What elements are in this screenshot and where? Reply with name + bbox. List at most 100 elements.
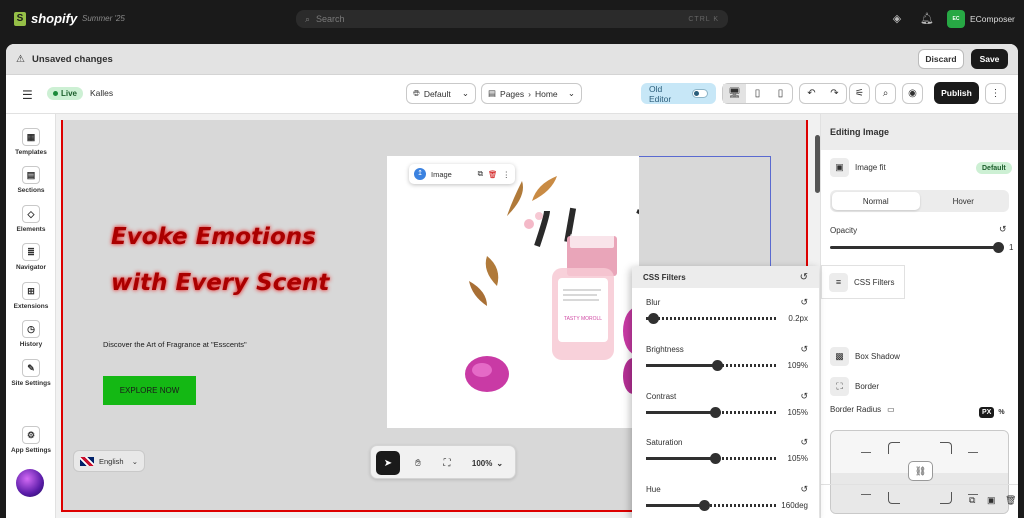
reset-icon[interactable]: ↺ xyxy=(800,344,808,355)
sidebar-item-app-settings[interactable]: ⚙ App Settings xyxy=(6,426,56,454)
sections-icon: ▤ xyxy=(22,166,40,184)
mobile-icon[interactable]: ▯ xyxy=(769,84,792,103)
reset-icon[interactable]: ↺ xyxy=(800,484,808,495)
language-label: English xyxy=(99,456,124,466)
toggle-switch-icon xyxy=(692,89,708,98)
image-fit-row[interactable]: ▣ Image fit xyxy=(830,158,886,177)
history-icon: ◷ xyxy=(22,320,40,338)
bell-icon[interactable]: 🔔︎ xyxy=(920,12,934,26)
filter-icon: ≡ xyxy=(829,272,848,292)
opacity-slider-handle[interactable] xyxy=(993,242,1004,253)
breadcrumb-home: Home xyxy=(534,88,558,99)
hero-heading-line1[interactable]: Evoke Emotions xyxy=(111,224,316,250)
sidebar-item-site-settings[interactable]: ✎ Site Settings xyxy=(6,359,56,387)
fit-screen-icon[interactable]: ⛶ xyxy=(435,451,459,475)
slider-track[interactable] xyxy=(646,317,778,320)
filter-value: 0.2px xyxy=(788,314,808,323)
sidebar-item-extensions[interactable]: ⊞ Extensions xyxy=(6,282,56,310)
sidebar-item-navigator[interactable]: ≣ Navigator xyxy=(6,243,56,271)
old-editor-toggle[interactable]: Old Editor xyxy=(641,83,716,104)
filter-value: 109% xyxy=(787,361,808,370)
css-filters-row[interactable]: ≡ CSS Filters xyxy=(822,266,904,298)
device-select-value: Default xyxy=(423,88,451,99)
page-select[interactable]: ▤ Pages › Home ⌄ xyxy=(481,83,582,104)
admin-search-input[interactable]: ⌕ Search CTRL K xyxy=(296,10,728,28)
zoom-select[interactable]: 100% ⌄ xyxy=(464,451,511,475)
sidebar-item-templates[interactable]: ▦ Templates xyxy=(6,128,56,156)
preview-eye-icon[interactable]: ◉ xyxy=(902,83,923,104)
hamburger-menu-icon[interactable]: ☰ xyxy=(22,88,33,102)
unit-px[interactable]: PX xyxy=(979,407,995,418)
delete-icon[interactable]: 🗑︎ xyxy=(1005,495,1016,506)
navigator-icon: ≣ xyxy=(22,243,40,261)
device-select[interactable]: 🌐︎ Default ⌄ xyxy=(406,83,476,104)
copy-icon[interactable]: ⧉ xyxy=(969,495,975,506)
sidebar-label: App Settings xyxy=(10,447,52,454)
reset-icon[interactable]: ↺ xyxy=(800,297,808,308)
slider-handle[interactable] xyxy=(712,360,723,371)
tab-hover[interactable]: Hover xyxy=(920,192,1008,210)
slider-handle[interactable] xyxy=(648,313,659,324)
hand-pan-icon[interactable]: ✋︎ xyxy=(406,451,430,475)
delete-icon[interactable]: 🗑︎ xyxy=(488,170,498,179)
redo-icon[interactable]: ↷ xyxy=(823,84,846,103)
more-options-icon[interactable]: ⋮ xyxy=(985,83,1006,104)
site-settings-icon: ✎ xyxy=(22,359,40,377)
opacity-label: Opacity xyxy=(830,226,858,235)
undo-icon[interactable]: ↶ xyxy=(800,84,823,103)
save-button[interactable]: Save xyxy=(971,49,1008,69)
reset-icon[interactable]: ↺ xyxy=(999,224,1007,235)
image-fit-label: Image fit xyxy=(855,163,886,172)
sidebar-label: Site Settings xyxy=(11,380,51,387)
discard-button[interactable]: Discard xyxy=(918,49,964,69)
slider-fill xyxy=(646,457,715,460)
duplicate-icon[interactable]: ⧉ xyxy=(478,169,483,179)
box-shadow-row[interactable]: ▩ Box Shadow xyxy=(830,347,900,366)
slider-handle[interactable] xyxy=(699,500,710,511)
tablet-icon[interactable]: ▯ xyxy=(746,84,769,103)
reset-icon[interactable]: ↺ xyxy=(800,391,808,402)
search-page-icon[interactable]: ⌕ xyxy=(875,83,896,104)
hero-subtitle[interactable]: Discover the Art of Fragrance at "Esscen… xyxy=(103,340,247,349)
link-corners-icon[interactable]: ⛓︎ xyxy=(908,461,933,481)
more-options-icon[interactable]: ⋮ xyxy=(503,170,511,179)
unit-switch[interactable]: PX % xyxy=(979,407,1005,418)
hero-heading-line2[interactable]: with Every Scent xyxy=(111,270,329,296)
breadcrumb-separator-icon: › xyxy=(528,88,531,99)
slider-handle[interactable] xyxy=(710,453,721,464)
opacity-slider-track[interactable] xyxy=(830,246,998,249)
tab-normal[interactable]: Normal xyxy=(832,192,920,210)
search-icon: ⌕ xyxy=(305,13,311,24)
live-label: Live xyxy=(61,89,78,98)
border-label: Border xyxy=(855,382,880,391)
responsive-device-icon[interactable]: ▭ xyxy=(887,405,895,414)
hue-filter: Hue ↺ 160deg xyxy=(646,484,808,511)
sidebar-label: Navigator xyxy=(16,264,46,271)
store-menu[interactable]: EC EComposer xyxy=(947,10,1015,28)
sidebar-item-sections[interactable]: ▤ Sections xyxy=(6,166,56,194)
shopify-logo[interactable]: S shopify xyxy=(14,11,77,26)
saturation-filter: Saturation ↺ 105% xyxy=(646,437,808,464)
language-selector[interactable]: English ⌄ xyxy=(73,450,145,472)
filter-value: 105% xyxy=(787,408,808,417)
reset-icon[interactable]: ↺ xyxy=(800,272,808,283)
slider-handle[interactable] xyxy=(710,407,721,418)
perfume-image[interactable]: TASTY MOROLL xyxy=(387,156,639,428)
filter-label: Hue xyxy=(646,485,661,494)
theme-name: Kalles xyxy=(90,88,114,98)
explore-now-button[interactable]: EXPLORE NOW xyxy=(103,376,196,405)
assistant-orb-icon[interactable] xyxy=(16,469,44,497)
sidebar-item-elements[interactable]: ◇ Elements xyxy=(6,205,56,233)
sidebar-label: Elements xyxy=(16,226,46,233)
settings-sliders-icon[interactable]: ⚟ xyxy=(849,83,870,104)
border-row[interactable]: ⛶ Border xyxy=(830,377,879,396)
desktop-icon[interactable]: 🖥︎ xyxy=(723,84,746,103)
duplicate-icon[interactable]: ▣ xyxy=(987,495,996,506)
sidekick-icon[interactable]: ◈ xyxy=(890,12,904,26)
publish-button[interactable]: Publish xyxy=(934,82,979,104)
reset-icon[interactable]: ↺ xyxy=(800,437,808,448)
select-cursor-icon[interactable]: ➤ xyxy=(376,451,400,475)
search-placeholder: Search xyxy=(316,14,345,24)
unit-percent[interactable]: % xyxy=(998,409,1004,416)
sidebar-item-history[interactable]: ◷ History xyxy=(6,320,56,348)
